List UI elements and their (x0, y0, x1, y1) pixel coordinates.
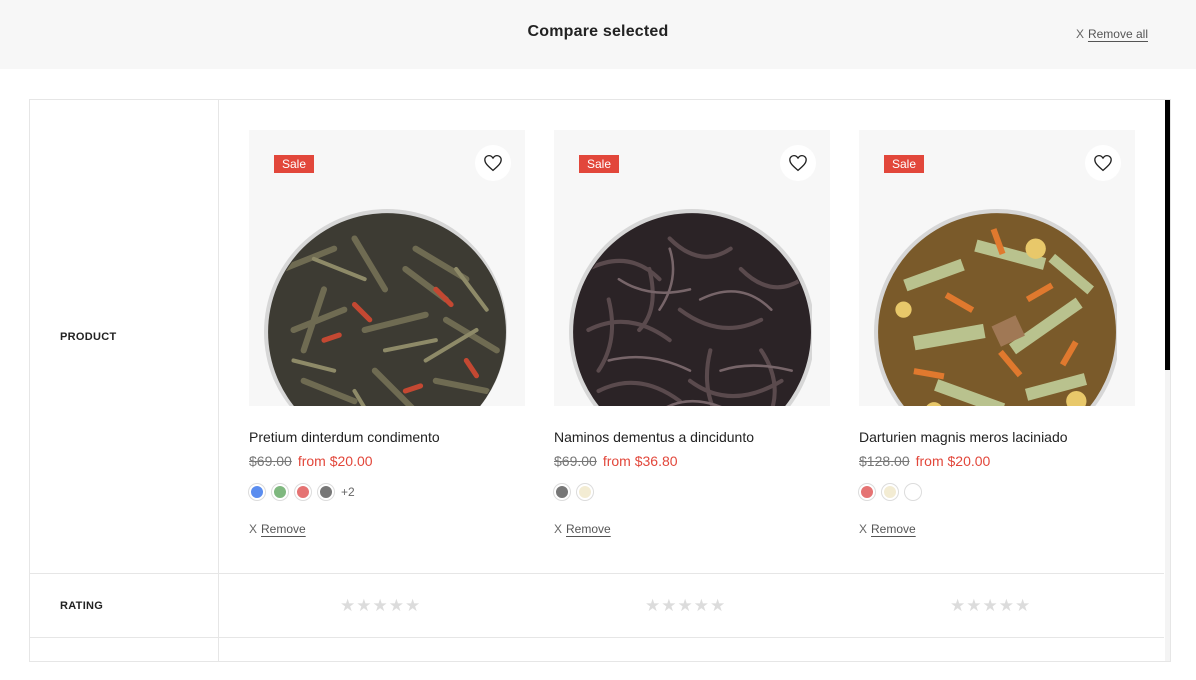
compare-title: Compare selected (527, 23, 669, 40)
more-swatches-count[interactable]: +2 (341, 485, 355, 499)
tea-tin-image (874, 209, 1117, 406)
tea-tin-image (569, 209, 812, 406)
close-icon: X (249, 522, 258, 536)
product-card: Sale Pretium dinterdum condimento $69.00… (249, 130, 525, 538)
sale-badge: Sale (274, 155, 315, 173)
scrollbar-thumb[interactable] (1165, 100, 1170, 370)
price: $128.00 from $20.00 (859, 453, 1135, 469)
color-swatches (554, 484, 830, 500)
product-title[interactable]: Naminos dementus a dinciduntо (554, 429, 830, 445)
remove-all-button[interactable]: X Remove all (1076, 27, 1148, 41)
star-rating: ★★★★★ (645, 596, 727, 615)
label-column: PRODUCT RATING (30, 100, 219, 661)
product-image[interactable]: Sale (249, 130, 525, 406)
row-divider (30, 637, 1164, 638)
heart-icon (789, 154, 807, 172)
close-icon: X (554, 522, 563, 536)
remove-label: Remove (871, 522, 916, 536)
old-price: $69.00 (554, 453, 597, 469)
color-swatch[interactable] (272, 484, 288, 500)
wishlist-button[interactable] (780, 145, 816, 181)
product-card: Sale Darturien magnis meros laciniado $1… (859, 130, 1135, 538)
color-swatch[interactable] (295, 484, 311, 500)
sale-price: from $20.00 (915, 453, 991, 469)
compare-table: PRODUCT RATING Sale Pretium dinterdum co… (29, 99, 1171, 662)
color-swatch[interactable] (577, 484, 593, 500)
price: $69.00 from $20.00 (249, 453, 525, 469)
sale-badge: Sale (579, 155, 620, 173)
sale-price: from $20.00 (297, 453, 373, 469)
row-divider (30, 573, 1164, 574)
row-label-rating: RATING (60, 600, 104, 612)
color-swatch[interactable] (554, 484, 570, 500)
close-icon: X (859, 522, 868, 536)
product-card: Sale Naminos dementus a dinciduntо $69.0… (554, 130, 830, 538)
remove-product-button[interactable]: X Remove (554, 522, 611, 536)
old-price: $128.00 (859, 453, 910, 469)
color-swatches (859, 484, 1135, 500)
tea-tin-image (264, 209, 507, 406)
remove-product-button[interactable]: X Remove (249, 522, 306, 536)
compare-header: Compare selected X Remove all (0, 0, 1196, 69)
wishlist-button[interactable] (1085, 145, 1121, 181)
remove-product-button[interactable]: X Remove (859, 522, 916, 536)
color-swatch[interactable] (859, 484, 875, 500)
color-swatch[interactable] (318, 484, 334, 500)
star-rating: ★★★★★ (340, 596, 422, 615)
close-icon: X (1075, 27, 1084, 41)
heart-icon (484, 154, 502, 172)
color-swatch[interactable] (905, 484, 921, 500)
heart-icon (1094, 154, 1112, 172)
color-swatches: +2 (249, 484, 525, 500)
row-label-product: PRODUCT (60, 331, 117, 343)
price: $69.00 from $36.80 (554, 453, 830, 469)
old-price: $69.00 (249, 453, 292, 469)
remove-all-label: Remove all (1087, 27, 1148, 41)
remove-label: Remove (261, 522, 306, 536)
product-title[interactable]: Darturien magnis meros laciniado (859, 429, 1135, 445)
sale-badge: Sale (884, 155, 925, 173)
product-image[interactable]: Sale (554, 130, 830, 406)
star-rating: ★★★★★ (950, 596, 1032, 615)
product-title[interactable]: Pretium dinterdum condimento (249, 429, 525, 445)
color-swatch[interactable] (882, 484, 898, 500)
wishlist-button[interactable] (475, 145, 511, 181)
color-swatch[interactable] (249, 484, 265, 500)
product-image[interactable]: Sale (859, 130, 1135, 406)
sale-price: from $36.80 (602, 453, 678, 469)
remove-label: Remove (566, 522, 611, 536)
